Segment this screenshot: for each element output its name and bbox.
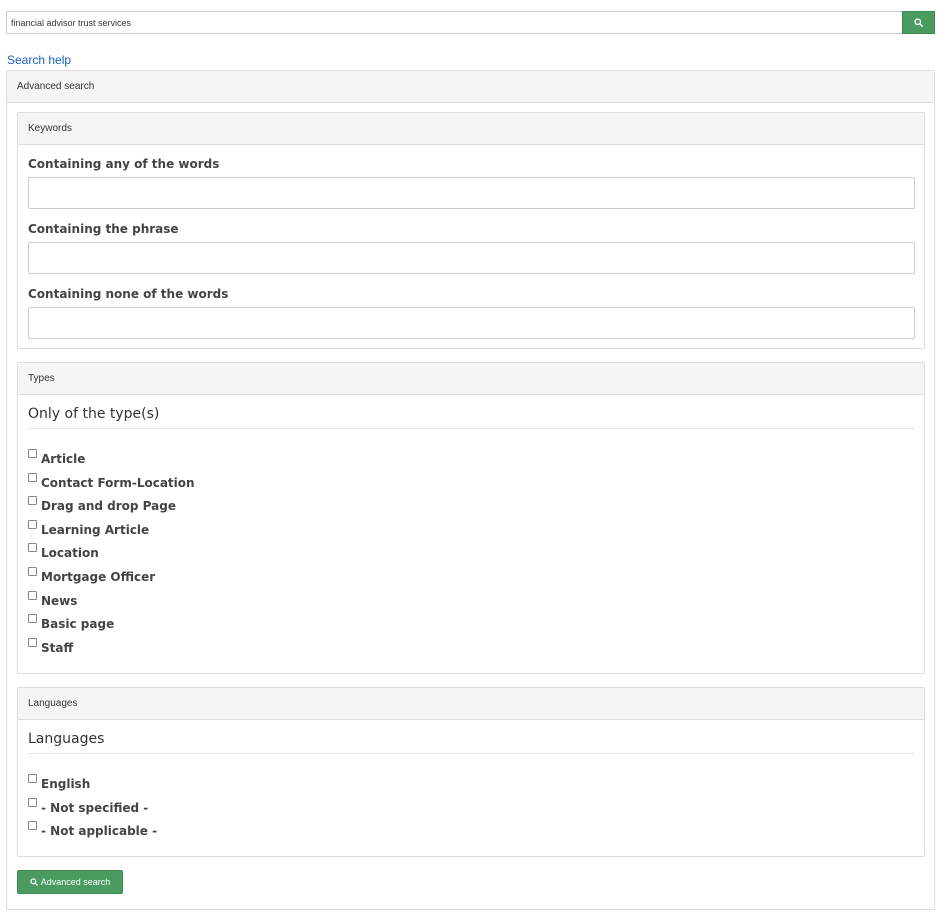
type-option-label: Location [41, 546, 99, 560]
checkbox[interactable] [28, 473, 37, 482]
type-option[interactable]: Drag and drop Page [28, 496, 176, 514]
checkbox[interactable] [28, 567, 37, 576]
search-icon [30, 878, 38, 886]
checkbox[interactable] [28, 449, 37, 458]
checkbox[interactable] [28, 774, 37, 783]
type-option-label: Article [41, 452, 86, 466]
advanced-search-heading[interactable]: Advanced search [7, 71, 934, 103]
advanced-search-button[interactable]: Advanced search [17, 870, 123, 894]
advanced-search-panel: Advanced search Keywords Containing any … [6, 70, 935, 910]
phrase-input[interactable] [28, 242, 915, 274]
any-words-input[interactable] [28, 177, 915, 209]
type-option[interactable]: Staff [28, 638, 73, 656]
checkbox[interactable] [28, 591, 37, 600]
type-option-label: Mortgage Officer [41, 570, 156, 584]
checkbox[interactable] [28, 520, 37, 529]
language-option[interactable]: - Not applicable - [28, 821, 157, 839]
type-option[interactable]: Contact Form-Location [28, 473, 195, 491]
language-option-label: English [41, 777, 91, 791]
search-icon [914, 18, 923, 27]
checkbox[interactable] [28, 614, 37, 623]
none-words-input[interactable] [28, 307, 915, 339]
checkbox[interactable] [28, 638, 37, 647]
checkbox[interactable] [28, 798, 37, 807]
type-option-label: Basic page [41, 617, 115, 631]
checkbox[interactable] [28, 821, 37, 830]
type-option[interactable]: Mortgage Officer [28, 567, 155, 585]
advanced-search-button-label: Advanced search [40, 877, 111, 887]
types-heading: Types [18, 363, 924, 395]
languages-fieldset: Languages Languages English - Not specif… [17, 687, 925, 857]
checkbox[interactable] [28, 543, 37, 552]
types-legend: Only of the type(s) [28, 406, 915, 429]
languages-legend: Languages [28, 731, 915, 754]
type-option[interactable]: Learning Article [28, 520, 149, 538]
search-help-link[interactable]: Search help [7, 53, 71, 67]
search-input[interactable] [6, 11, 902, 34]
phrase-label: Containing the phrase [28, 222, 179, 236]
language-option[interactable]: English [28, 774, 90, 792]
type-option-label: Drag and drop Page [41, 499, 176, 513]
type-option-label: Learning Article [41, 523, 150, 537]
language-option[interactable]: - Not specified - [28, 798, 148, 816]
none-words-label: Containing none of the words [28, 287, 229, 301]
language-option-label: - Not applicable - [41, 824, 158, 838]
keywords-heading: Keywords [18, 113, 924, 145]
type-option[interactable]: News [28, 591, 77, 609]
type-option[interactable]: Basic page [28, 614, 114, 632]
search-bar [6, 11, 935, 34]
keywords-fieldset: Keywords Containing any of the words Con… [17, 112, 925, 349]
type-option-label: News [41, 594, 78, 608]
type-option-label: Staff [41, 641, 74, 655]
languages-heading: Languages [18, 688, 924, 720]
any-words-label: Containing any of the words [28, 157, 220, 171]
types-fieldset: Types Only of the type(s) Article Contac… [17, 362, 925, 674]
search-button[interactable] [902, 11, 935, 34]
type-option[interactable]: Article [28, 449, 85, 467]
checkbox[interactable] [28, 496, 37, 505]
type-option[interactable]: Location [28, 543, 99, 561]
language-option-label: - Not specified - [41, 801, 149, 815]
type-option-label: Contact Form-Location [41, 476, 195, 490]
